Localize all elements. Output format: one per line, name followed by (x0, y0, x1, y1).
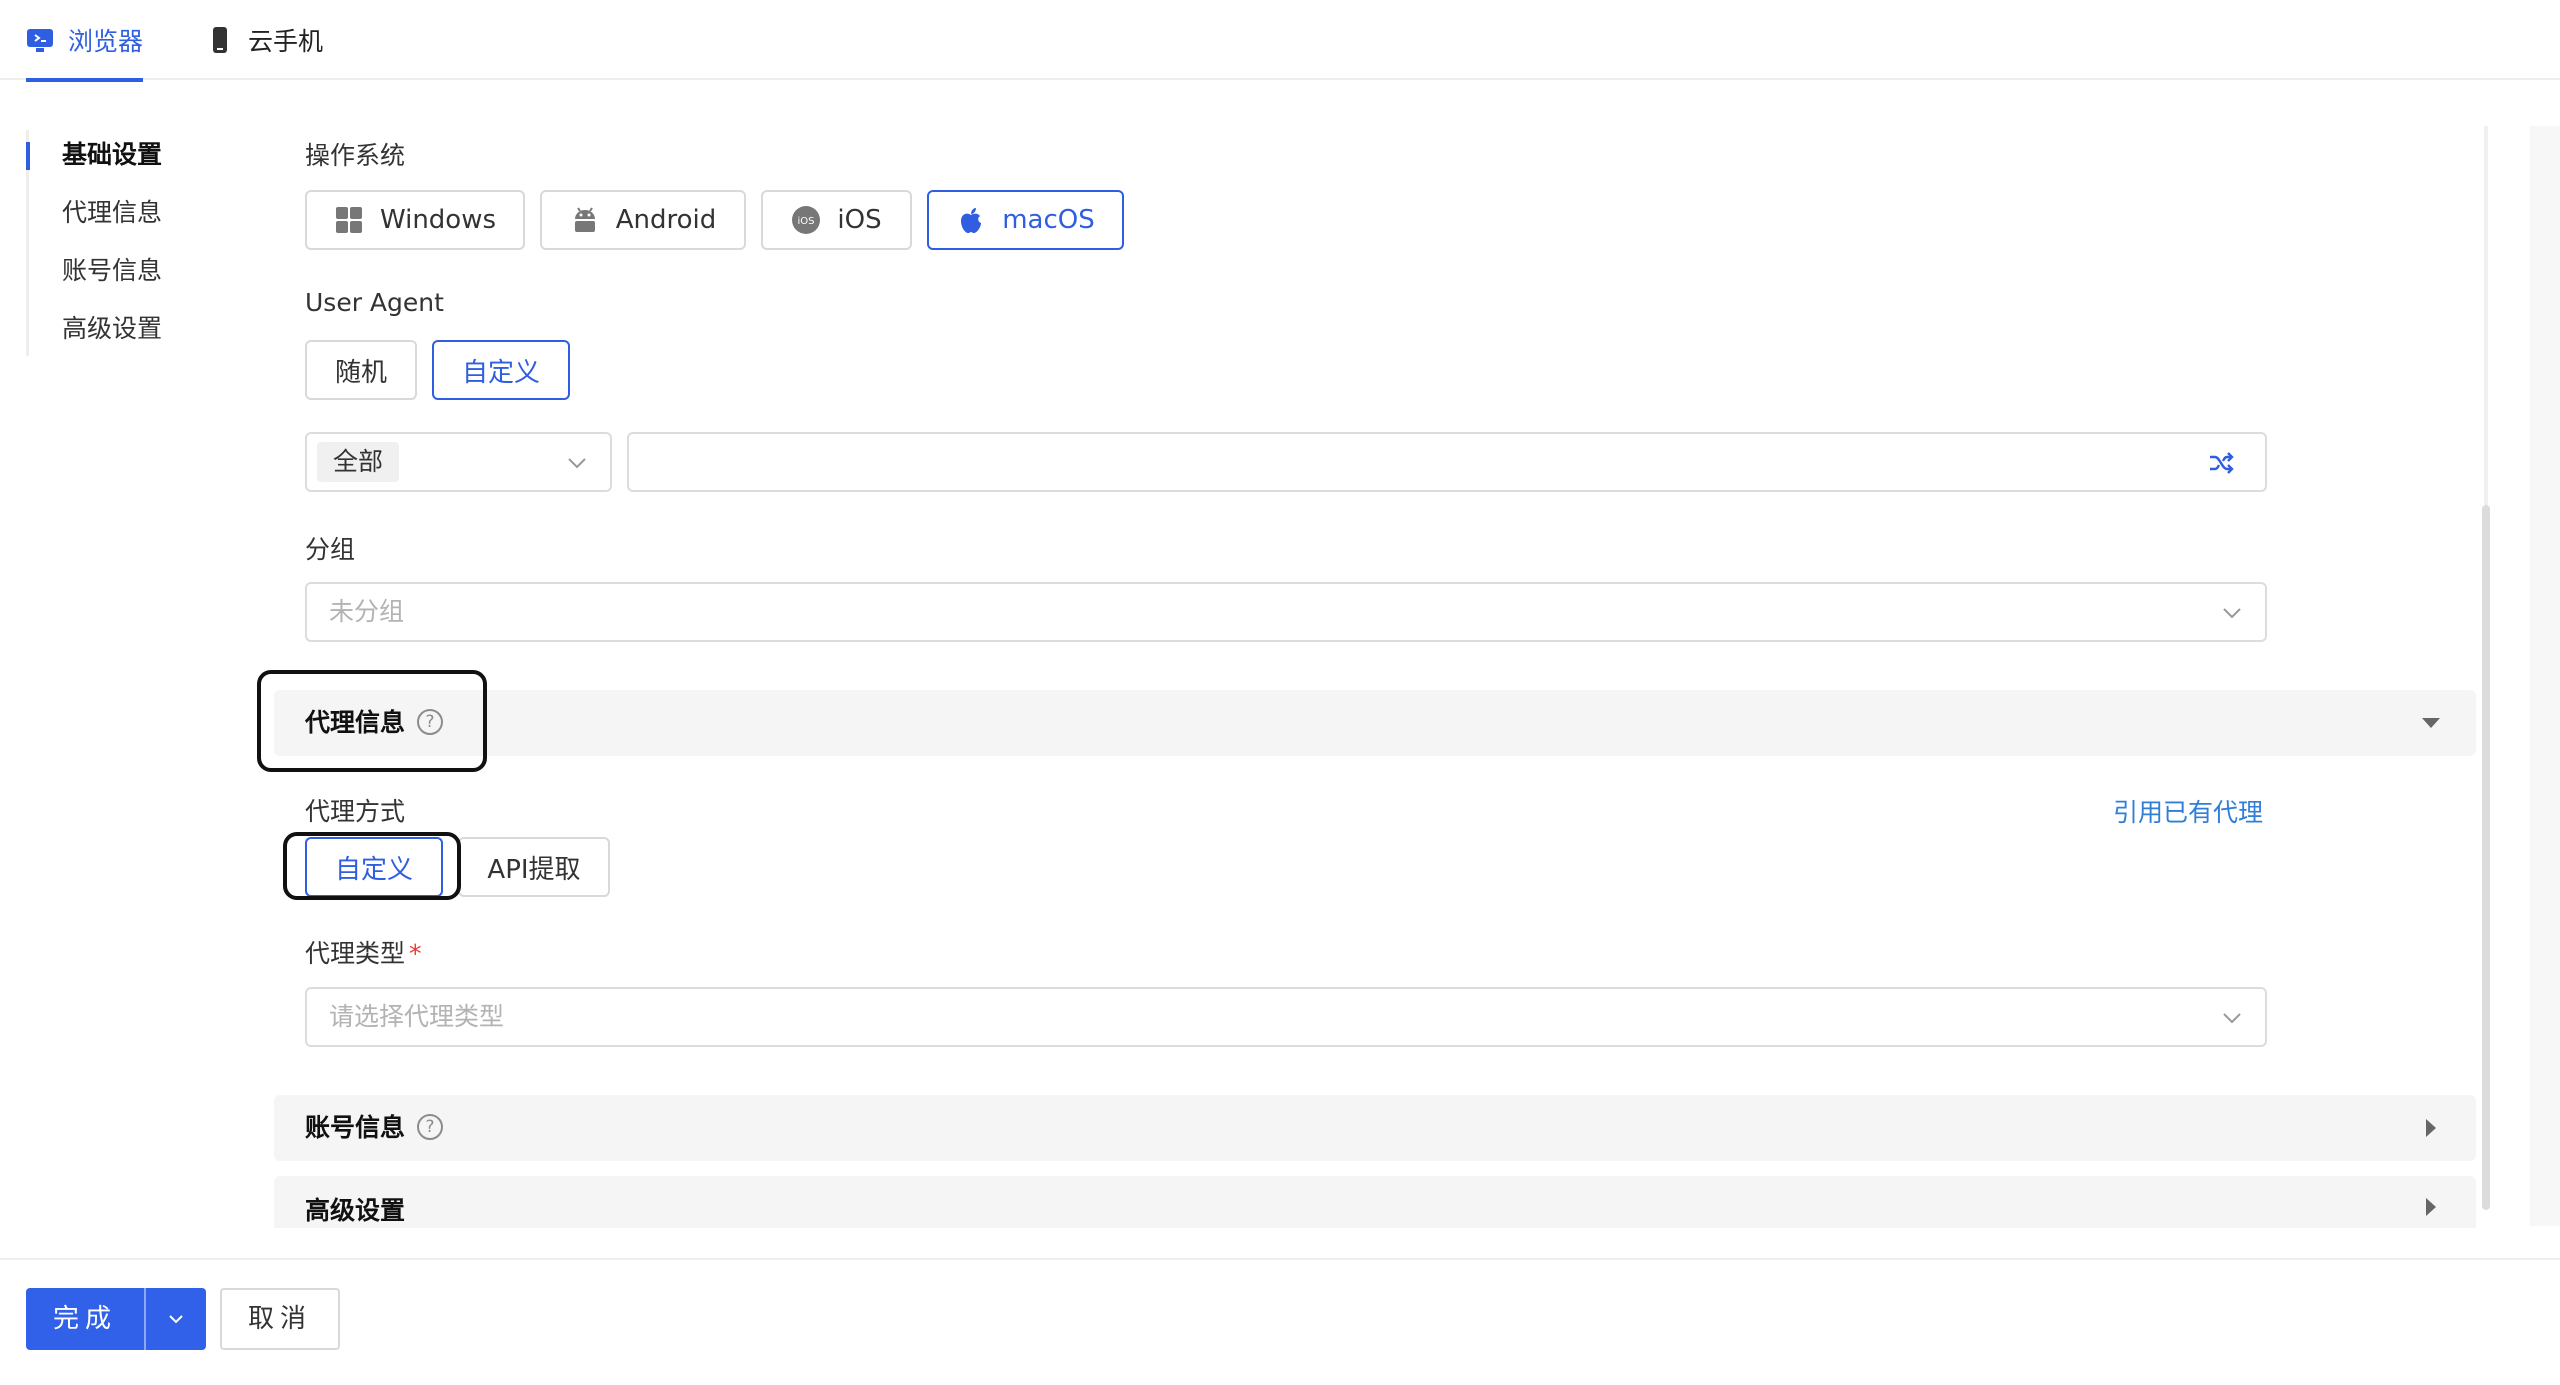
os-macos-button[interactable]: macOS (927, 190, 1124, 250)
apple-icon (956, 205, 986, 235)
confirm-dropdown-button[interactable] (146, 1288, 206, 1350)
ua-custom-button[interactable]: 自定义 (432, 340, 570, 400)
account-section-title-text: 账号信息 (305, 1113, 406, 1142)
ua-filter-select[interactable]: 全部 (305, 432, 612, 492)
group-placeholder: 未分组 (329, 597, 405, 626)
chevron-down-icon (2221, 602, 2243, 624)
os-label: 操作系统 (305, 141, 406, 170)
ua-random-button[interactable]: 随机 (305, 340, 417, 400)
nav-item-basic-settings[interactable]: 基础设置 (26, 130, 186, 188)
advanced-section-header[interactable]: 高级设置 (274, 1176, 2476, 1228)
ua-filter-tag: 全部 (317, 442, 400, 482)
chevron-down-icon (169, 1315, 183, 1324)
caret-right-icon (2420, 1117, 2442, 1139)
top-tab-bar: 浏览器 云手机 (0, 0, 2560, 82)
footer-bar: 完成 取消 (0, 1258, 2560, 1385)
account-section-header[interactable]: 账号信息? (274, 1095, 2476, 1161)
proxy-mode-label: 代理方式 (305, 797, 406, 826)
os-ios-button[interactable]: iOS iOS (761, 190, 912, 250)
svg-text:iOS: iOS (798, 216, 815, 227)
group-label: 分组 (305, 535, 356, 564)
group-select[interactable]: 未分组 (305, 582, 2267, 642)
os-android-label: Android (615, 205, 717, 235)
confirm-button[interactable]: 完成 (26, 1288, 144, 1350)
browser-icon (26, 26, 54, 54)
scrollbar-track (2484, 126, 2488, 506)
caret-down-icon (2420, 712, 2442, 734)
tab-browser[interactable]: 浏览器 (26, 0, 144, 82)
left-nav: 基础设置 代理信息 账号信息 高级设置 (26, 130, 186, 362)
windows-icon (334, 205, 364, 235)
android-icon (570, 205, 600, 235)
proxy-mode-api-button[interactable]: API提取 (458, 837, 610, 897)
os-macos-label: macOS (1002, 205, 1095, 235)
confirm-split-button: 完成 (26, 1288, 206, 1350)
os-ios-label: iOS (837, 205, 882, 235)
nav-item-proxy-info[interactable]: 代理信息 (26, 188, 186, 246)
os-windows-label: Windows (379, 205, 497, 235)
tab-cloud-phone[interactable]: 云手机 (206, 0, 323, 80)
advanced-section-title: 高级设置 (305, 1196, 406, 1225)
outer-scrollbar-track (2530, 126, 2560, 1226)
required-marker: * (409, 939, 422, 968)
nav-item-account-info[interactable]: 账号信息 (26, 246, 186, 304)
user-agent-label: User Agent (305, 288, 444, 317)
os-windows-button[interactable]: Windows (305, 190, 525, 250)
chevron-down-icon (566, 452, 588, 474)
phone-icon (206, 26, 234, 54)
os-android-button[interactable]: Android (540, 190, 746, 250)
nav-item-advanced-settings[interactable]: 高级设置 (26, 304, 186, 362)
tab-browser-label: 浏览器 (68, 27, 144, 56)
shuffle-icon[interactable] (2207, 449, 2235, 477)
annotation-highlight-proxy-title (257, 670, 487, 772)
ios-icon: iOS (791, 205, 821, 235)
annotation-highlight-proxy-mode (283, 832, 461, 900)
proxy-section-header[interactable]: 代理信息? (274, 690, 2476, 756)
proxy-type-label: 代理类型 * (305, 934, 422, 970)
chevron-down-icon (2221, 1007, 2243, 1029)
help-icon[interactable]: ? (417, 1114, 444, 1140)
use-existing-proxy-link[interactable]: 引用已有代理 (2113, 793, 2263, 829)
proxy-type-select[interactable]: 请选择代理类型 (305, 987, 2267, 1047)
caret-right-icon (2420, 1196, 2442, 1218)
proxy-type-label-text: 代理类型 (305, 939, 406, 968)
account-section-title: 账号信息? (305, 1095, 444, 1161)
tab-cloud-phone-label: 云手机 (248, 27, 324, 56)
scrollbar-thumb[interactable] (2482, 505, 2490, 1210)
ua-input[interactable] (627, 432, 2267, 492)
cancel-button[interactable]: 取消 (220, 1288, 340, 1350)
proxy-type-placeholder: 请选择代理类型 (329, 1002, 505, 1031)
